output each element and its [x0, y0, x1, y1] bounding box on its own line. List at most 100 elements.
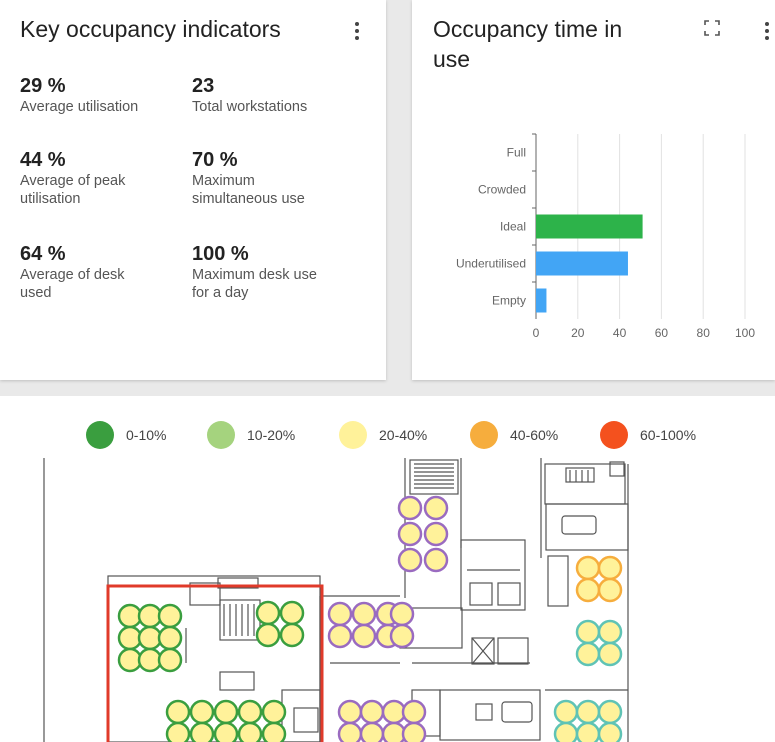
desk-seat[interactable]: [117, 625, 143, 651]
kpi-average-peak-utilisation: 44 % Average of peak utilisation: [20, 148, 125, 208]
desk-seat[interactable]: [261, 721, 287, 742]
desk-seat[interactable]: [359, 721, 385, 742]
desk-seat[interactable]: [279, 600, 305, 626]
desk-seat[interactable]: [165, 699, 191, 725]
kpi-maximum-simultaneous-use: 70 % Maximum simultaneous use: [192, 148, 305, 208]
kpi-label: Average of peak: [20, 173, 126, 189]
kpi-maximum-desk-use-day: 100 % Maximum desk use for a day: [192, 242, 317, 302]
desk-seat[interactable]: [157, 603, 183, 629]
legend-item-40-60: 40-60%: [470, 420, 558, 450]
kpi-label: Maximum desk use: [192, 267, 317, 283]
expand-icon[interactable]: [704, 20, 720, 36]
desk-seat[interactable]: [397, 521, 423, 547]
more-options-icon[interactable]: [762, 20, 772, 44]
desk-seat[interactable]: [189, 699, 215, 725]
desk-seat[interactable]: [337, 721, 363, 742]
bar-ideal[interactable]: [536, 214, 643, 239]
legend-item-20-40: 20-40%: [339, 420, 427, 450]
legend-label: 20-40%: [379, 427, 428, 443]
desk-seat[interactable]: [575, 641, 601, 667]
desk-seat[interactable]: [553, 699, 579, 725]
desk-seat[interactable]: [157, 647, 183, 673]
legend-label: 40-60%: [510, 427, 559, 443]
desk-seat[interactable]: [597, 641, 623, 667]
kpi-label: Total workstations: [192, 99, 308, 115]
desk-seat[interactable]: [381, 721, 407, 742]
desk-seat[interactable]: [351, 623, 377, 649]
desk-seat[interactable]: [423, 521, 449, 547]
desk-seat[interactable]: [397, 547, 423, 573]
kpi-average-utilisation: 29 % Average utilisation: [20, 74, 138, 116]
y-category-label: Ideal: [500, 220, 526, 234]
kpi-total-workstations: 23 Total workstations: [192, 74, 307, 116]
desk-seat[interactable]: [575, 699, 601, 725]
desk-seat[interactable]: [597, 555, 623, 581]
desk-seat[interactable]: [137, 625, 163, 651]
desk-seat[interactable]: [597, 619, 623, 645]
legend-label: 10-20%: [247, 427, 296, 443]
x-tick-label: 100: [735, 326, 755, 340]
desk-seat[interactable]: [261, 699, 287, 725]
bar-empty[interactable]: [536, 288, 547, 313]
bar-underutilised[interactable]: [536, 251, 628, 276]
desk-seat[interactable]: [389, 623, 415, 649]
desk-seat[interactable]: [351, 601, 377, 627]
desk-seat[interactable]: [575, 619, 601, 645]
legend-item-10-20: 10-20%: [207, 420, 295, 450]
desk-seat[interactable]: [359, 699, 385, 725]
desk-seat[interactable]: [575, 555, 601, 581]
desk-seat[interactable]: [553, 721, 579, 742]
desk-seat[interactable]: [575, 721, 601, 742]
occupancy-bar-chart: Full Crowded Ideal Underutilised Empty 0 20 40…: [456, 133, 755, 340]
desk-seat[interactable]: [255, 622, 281, 648]
kpi-value: 70 %: [192, 149, 238, 171]
desk-seat[interactable]: [279, 622, 305, 648]
y-category-label: Underutilised: [456, 257, 526, 271]
x-tick-label: 60: [655, 326, 669, 340]
desk-seat[interactable]: [213, 721, 239, 742]
desk-seat[interactable]: [397, 495, 423, 521]
desk-seat[interactable]: [189, 721, 215, 742]
kpi-label: Maximum: [192, 173, 255, 189]
desk-seat[interactable]: [117, 603, 143, 629]
kpi-value: 44 %: [20, 149, 66, 171]
desk-seat[interactable]: [337, 699, 363, 725]
desk-seat[interactable]: [165, 721, 191, 742]
desk-seat[interactable]: [423, 495, 449, 521]
desk-seat[interactable]: [157, 625, 183, 651]
desk-seat[interactable]: [401, 699, 427, 725]
legend-swatch: [86, 421, 114, 449]
desk-seat[interactable]: [327, 623, 353, 649]
y-category-label: Full: [507, 146, 526, 160]
desk-seat[interactable]: [327, 601, 353, 627]
x-tick-label: 40: [613, 326, 627, 340]
desk-seat[interactable]: [255, 600, 281, 626]
desk-seat[interactable]: [401, 721, 427, 742]
desk-seat[interactable]: [137, 603, 163, 629]
desk-seat[interactable]: [597, 577, 623, 603]
desk-seat[interactable]: [597, 699, 623, 725]
occupancy-time-card: Occupancy time in use Full Crowded Ideal Un…: [412, 0, 775, 380]
kpi-label: for a day: [192, 285, 249, 301]
desk-seat[interactable]: [237, 699, 263, 725]
legend-swatch: [339, 421, 367, 449]
desk-seat[interactable]: [117, 647, 143, 673]
desk-seat[interactable]: [137, 647, 163, 673]
desk-seat[interactable]: [423, 547, 449, 573]
desk-seat[interactable]: [575, 577, 601, 603]
desk-seat[interactable]: [213, 699, 239, 725]
floor-plan-map: [43, 458, 629, 742]
kpi-label: Average utilisation: [20, 99, 139, 115]
desk-seat[interactable]: [389, 601, 415, 627]
kpi-value: 100 %: [192, 243, 249, 265]
desk-seat[interactable]: [237, 721, 263, 742]
more-options-icon[interactable]: [352, 20, 362, 44]
y-category-label: Empty: [492, 294, 526, 308]
desk-seat[interactable]: [597, 721, 623, 742]
desk-seat[interactable]: [381, 699, 407, 725]
kpi-label: Average of desk: [20, 267, 125, 283]
kpi-label: utilisation: [20, 191, 81, 207]
legend-label: 60-100%: [640, 427, 697, 443]
chart-card-title-line2: use: [433, 46, 471, 72]
legend-swatch: [470, 421, 498, 449]
